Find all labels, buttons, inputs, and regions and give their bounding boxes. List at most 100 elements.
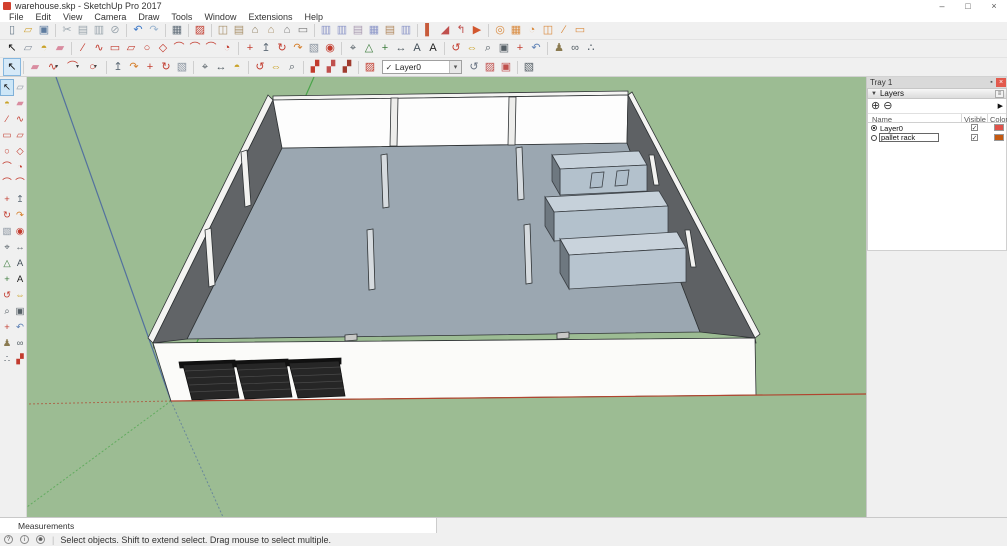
freehand-icon[interactable]: ∿ [14, 112, 26, 127]
select-icon[interactable]: ↖ [1, 80, 13, 95]
model-viewport[interactable] [27, 77, 866, 517]
home-outline-icon[interactable]: ⌂▾ [279, 23, 295, 39]
layer-dropdown[interactable]: ✓ Layer0 ▾ [382, 60, 462, 74]
rectangle-icon[interactable]: ▭ [1, 128, 13, 143]
zoom-icon[interactable]: ⌕▾ [480, 41, 496, 57]
maximize-button[interactable]: □ [955, 0, 981, 12]
edit-materials-icon[interactable]: ▧▾ [521, 59, 537, 75]
make-component-icon[interactable]: ▱ [14, 80, 26, 95]
extension-c1-icon[interactable]: ◎▾ [492, 23, 508, 39]
previous-view-icon[interactable]: ↶ [14, 320, 26, 335]
arc-icon[interactable]: ⌒▾ [171, 41, 187, 57]
zoom-window-icon[interactable]: ▣ [14, 304, 26, 319]
separator[interactable]: ▾ [248, 61, 249, 74]
dimension-icon[interactable]: ↔▾ [213, 59, 229, 75]
layer-name-input[interactable] [879, 133, 939, 142]
extension-b4-icon[interactable]: ▶▾ [469, 23, 485, 39]
layer-row[interactable]: Layer0 ✓ [868, 123, 1006, 133]
axes-icon[interactable]: + [1, 272, 13, 287]
push-pull-icon[interactable]: ↥▾ [110, 59, 126, 75]
eraser-icon[interactable]: ▰▾ [52, 41, 68, 57]
polygon-icon[interactable]: ◇▾ [155, 41, 171, 57]
extension-a1-icon[interactable]: ▥▾ [318, 23, 334, 39]
tray-header[interactable]: Tray 1 ▪ × [867, 77, 1007, 88]
tape-measure-icon[interactable]: ⌖▾ [345, 41, 361, 57]
pie-icon[interactable]: ◔ [14, 160, 26, 175]
extension-b1-icon[interactable]: ▌▾ [421, 23, 437, 39]
text-icon[interactable]: A [14, 256, 26, 271]
remove-layer-button[interactable]: ⊖ [883, 101, 892, 112]
line-icon[interactable]: ∕ [1, 112, 13, 127]
arc-icon[interactable]: ⌒▾ [63, 59, 83, 75]
separator[interactable]: ▾ [547, 42, 548, 55]
tape-measure-icon[interactable]: ⌖▾ [197, 59, 213, 75]
share-model-icon[interactable]: ⌂▾ [263, 23, 279, 39]
orbit-icon[interactable]: ↺▾ [252, 59, 268, 75]
paint-bucket-icon[interactable]: ◓▾ [36, 41, 52, 57]
circle-icon[interactable]: ○▾ [83, 59, 103, 75]
three-point-arc-icon[interactable]: ⌒ [14, 176, 26, 191]
dimension-icon[interactable]: ↔ [14, 240, 26, 255]
separator[interactable]: ▾ [417, 24, 418, 37]
separator[interactable]: ▾ [55, 24, 56, 37]
eraser-icon[interactable]: ▰ [14, 96, 26, 111]
offset-icon[interactable]: ◉ [14, 224, 26, 239]
separator[interactable]: ▾ [106, 61, 107, 74]
separator[interactable]: ▾ [211, 24, 212, 37]
separator[interactable]: ▾ [71, 42, 72, 55]
line-icon[interactable]: ∕▾ [75, 41, 91, 57]
extension-a4-icon[interactable]: ▦▾ [366, 23, 382, 39]
make-component-icon[interactable]: ▱▾ [20, 41, 36, 57]
rotated-rectangle-icon[interactable]: ▱ [14, 128, 26, 143]
pan-icon[interactable]: ⇔▾ [464, 41, 480, 57]
open-icon[interactable]: ▱▾ [20, 23, 36, 39]
follow-me-icon[interactable]: ↷▾ [126, 59, 142, 75]
polygon-icon[interactable]: ◇ [14, 144, 26, 159]
freehand-icon[interactable]: ∿▾ [43, 59, 63, 75]
section-fill-icon[interactable]: ▨▾ [362, 59, 378, 75]
separator[interactable]: ▾ [358, 61, 359, 74]
section-plane-icon[interactable]: ▞▾ [307, 59, 323, 75]
extension-a2-icon[interactable]: ▥▾ [334, 23, 350, 39]
menu-item[interactable]: Camera [88, 12, 132, 22]
layer-color-swatch[interactable] [994, 134, 1004, 141]
pan-icon[interactable]: ⇔▾ [268, 59, 284, 75]
menu-item[interactable]: Draw [132, 12, 165, 22]
layer-details-button[interactable]: ▶ [998, 102, 1003, 110]
position-camera-icon[interactable]: ♟▾ [551, 41, 567, 57]
separator[interactable]: ▾ [188, 24, 189, 37]
layers-update-icon[interactable]: ↺▾ [466, 59, 482, 75]
section-display-icon[interactable]: ▞▾ [323, 59, 339, 75]
move-icon[interactable]: +▾ [242, 41, 258, 57]
extension-c2-icon[interactable]: ▦▾ [508, 23, 524, 39]
look-around-icon[interactable]: ∞ [14, 336, 26, 351]
freehand-icon[interactable]: ∿▾ [91, 41, 107, 57]
scale-icon[interactable]: ▧▾ [174, 59, 190, 75]
walk-icon[interactable]: ∴ [1, 352, 13, 367]
layer-row[interactable]: pallet rack ✓ [868, 133, 1006, 143]
zoom-icon[interactable]: ⌕ [1, 304, 13, 319]
extension-a6-icon[interactable]: ▥▾ [398, 23, 414, 39]
extension-c3-icon[interactable]: ◔▾ [524, 23, 540, 39]
menu-item[interactable]: Tools [165, 12, 198, 22]
threed-text-icon[interactable]: A▾ [425, 41, 441, 57]
layers-panel-header[interactable]: ▼ Layers ≡ [867, 88, 1007, 99]
look-around-icon[interactable]: ∞▾ [567, 41, 583, 57]
collapse-arrow-icon[interactable]: ▼ [871, 91, 877, 97]
layer-active-radio[interactable] [871, 125, 877, 131]
separator[interactable]: ▾ [517, 61, 518, 74]
visible-checkbox[interactable]: ✓ [971, 134, 978, 141]
print-icon[interactable]: ▦▾ [169, 23, 185, 39]
separator[interactable]: ▾ [341, 42, 342, 55]
close-button[interactable]: × [981, 0, 1007, 12]
separator[interactable]: ▾ [444, 42, 445, 55]
circle-icon[interactable]: ○ [1, 144, 13, 159]
menu-item[interactable]: Edit [30, 12, 58, 22]
drawer-icon[interactable]: ▭▾ [295, 23, 311, 39]
erase-icon[interactable]: ⊘▾ [107, 23, 123, 39]
layer-dropdown-arrow-icon[interactable]: ▾ [449, 61, 461, 73]
paste-icon[interactable]: ▥▾ [91, 23, 107, 39]
orbit-icon[interactable]: ↺▾ [448, 41, 464, 57]
separator[interactable]: ▾ [165, 24, 166, 37]
zoom-extents-icon[interactable]: +▾ [512, 41, 528, 57]
